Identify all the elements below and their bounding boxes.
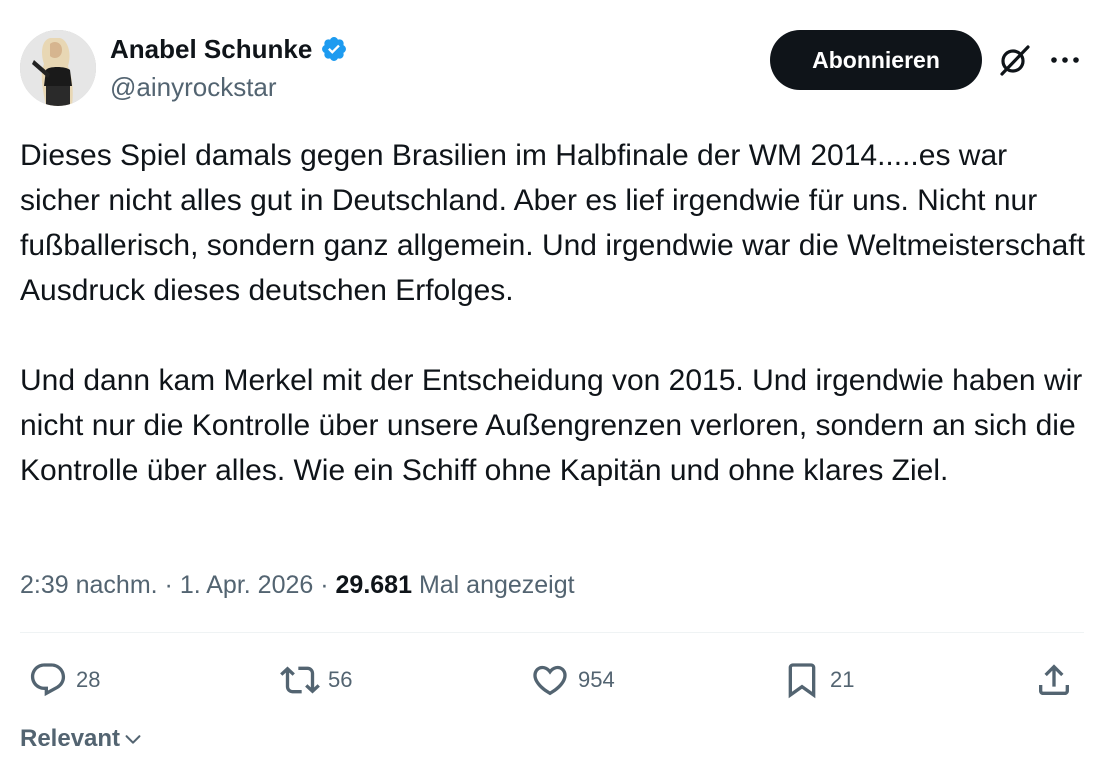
- tweet-paragraph: Und dann kam Merkel mit der Entscheidung…: [20, 364, 1083, 487]
- views-label: Mal angezeigt: [418, 571, 575, 599]
- more-options-icon[interactable]: [1048, 48, 1082, 72]
- reply-count: 28: [76, 667, 101, 692]
- sort-label: Relevant: [20, 725, 121, 752]
- user-display-name[interactable]: Anabel Schunke: [110, 32, 312, 66]
- avatar[interactable]: [20, 30, 96, 106]
- reply-button[interactable]: 28: [28, 660, 100, 700]
- views-count: 29.681: [335, 571, 412, 599]
- sort-dropdown[interactable]: Relevant: [20, 722, 144, 756]
- bookmark-button[interactable]: 21: [782, 660, 854, 700]
- grok-icon[interactable]: [996, 42, 1032, 78]
- user-handle[interactable]: @ainyrockstar: [110, 70, 277, 104]
- meta-separator: ·: [320, 571, 329, 599]
- tweet-paragraph: Dieses Spiel damals gegen Brasilien im H…: [20, 139, 1085, 307]
- tweet-time[interactable]: 2:39 nachm.: [20, 571, 158, 599]
- meta-separator: ·: [164, 571, 173, 599]
- bookmark-count: 21: [830, 667, 855, 692]
- heart-icon: [533, 665, 567, 696]
- like-button[interactable]: 954: [530, 660, 615, 700]
- bookmark-icon: [788, 663, 816, 699]
- repost-icon: [280, 666, 320, 694]
- reply-icon: [30, 663, 66, 697]
- repost-button[interactable]: 56: [280, 660, 352, 700]
- subscribe-button[interactable]: Abonnieren: [770, 30, 982, 90]
- repost-count: 56: [328, 667, 353, 692]
- tweet-text: Dieses Spiel damals gegen Brasilien im H…: [20, 133, 1092, 493]
- verified-badge-icon: [322, 37, 347, 61]
- share-icon: [1039, 664, 1069, 695]
- divider: [20, 632, 1084, 633]
- chevron-down-icon: [125, 735, 141, 744]
- avatar-image: [20, 30, 96, 106]
- tweet-meta: 2:39 nachm. · 1. Apr. 2026 · 29.681 Mal …: [20, 566, 575, 604]
- like-count: 954: [578, 667, 615, 692]
- user-display-name-row[interactable]: Anabel Schunke: [110, 32, 348, 66]
- tweet-date[interactable]: 1. Apr. 2026: [180, 571, 313, 599]
- share-button[interactable]: [1034, 660, 1074, 700]
